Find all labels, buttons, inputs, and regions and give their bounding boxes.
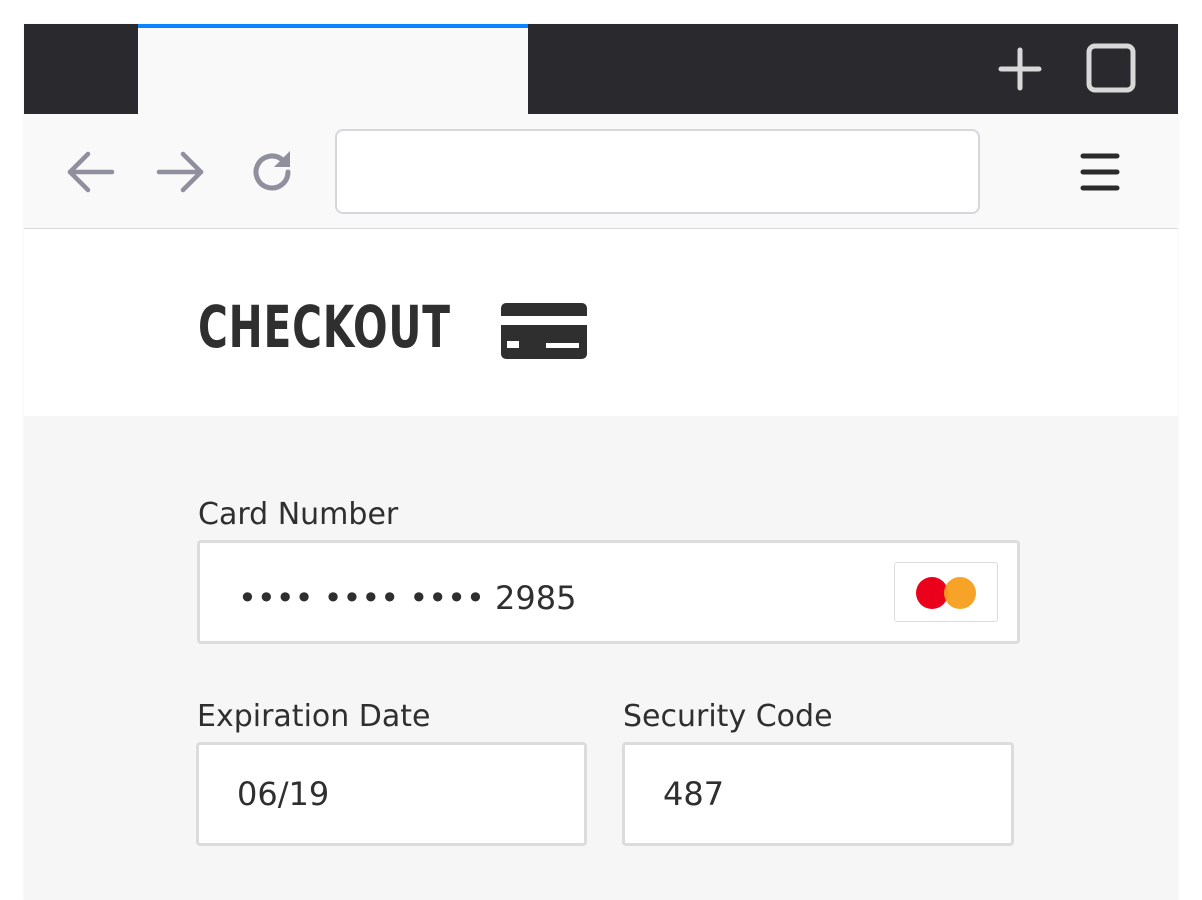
nav-toolbar <box>24 114 1178 229</box>
active-tab[interactable] <box>138 24 528 114</box>
expiration-date-value: 06/19 <box>237 775 330 813</box>
expiration-date-field[interactable]: 06/19 <box>196 742 587 846</box>
card-number-value: •••• •••• •••• 2985 <box>238 579 577 617</box>
back-button[interactable] <box>62 144 118 200</box>
arrow-left-icon <box>67 151 115 193</box>
browser-window: CHECKOUT Card Number •••• •••• •••• 2985… <box>24 24 1178 900</box>
page-title: CHECKOUT <box>198 293 451 361</box>
security-code-label: Security Code <box>623 699 833 734</box>
security-code-value: 487 <box>663 775 725 813</box>
new-tab-button[interactable] <box>993 42 1047 96</box>
hamburger-menu-icon <box>1080 153 1120 191</box>
mastercard-icon <box>894 562 998 622</box>
card-number-field[interactable]: •••• •••• •••• 2985 <box>197 540 1020 644</box>
security-code-field[interactable]: 487 <box>622 742 1014 846</box>
forward-button[interactable] <box>153 144 209 200</box>
tab-title <box>138 28 528 58</box>
credit-card-icon <box>501 303 587 359</box>
reload-icon <box>253 151 291 191</box>
page-content: CHECKOUT Card Number •••• •••• •••• 2985… <box>24 229 1178 900</box>
tab-bar <box>24 24 1178 114</box>
menu-button[interactable] <box>1074 144 1126 200</box>
checkout-header: CHECKOUT <box>24 229 1178 416</box>
tabs-overview-button[interactable] <box>1085 42 1139 96</box>
expiration-date-label: Expiration Date <box>197 699 431 734</box>
mastercard-orange-circle <box>944 577 976 609</box>
arrow-right-icon <box>156 151 204 193</box>
square-icon <box>1086 43 1136 93</box>
reload-button[interactable] <box>244 144 300 200</box>
plus-icon <box>998 47 1042 91</box>
card-number-label: Card Number <box>198 497 399 532</box>
url-bar[interactable] <box>335 129 980 214</box>
